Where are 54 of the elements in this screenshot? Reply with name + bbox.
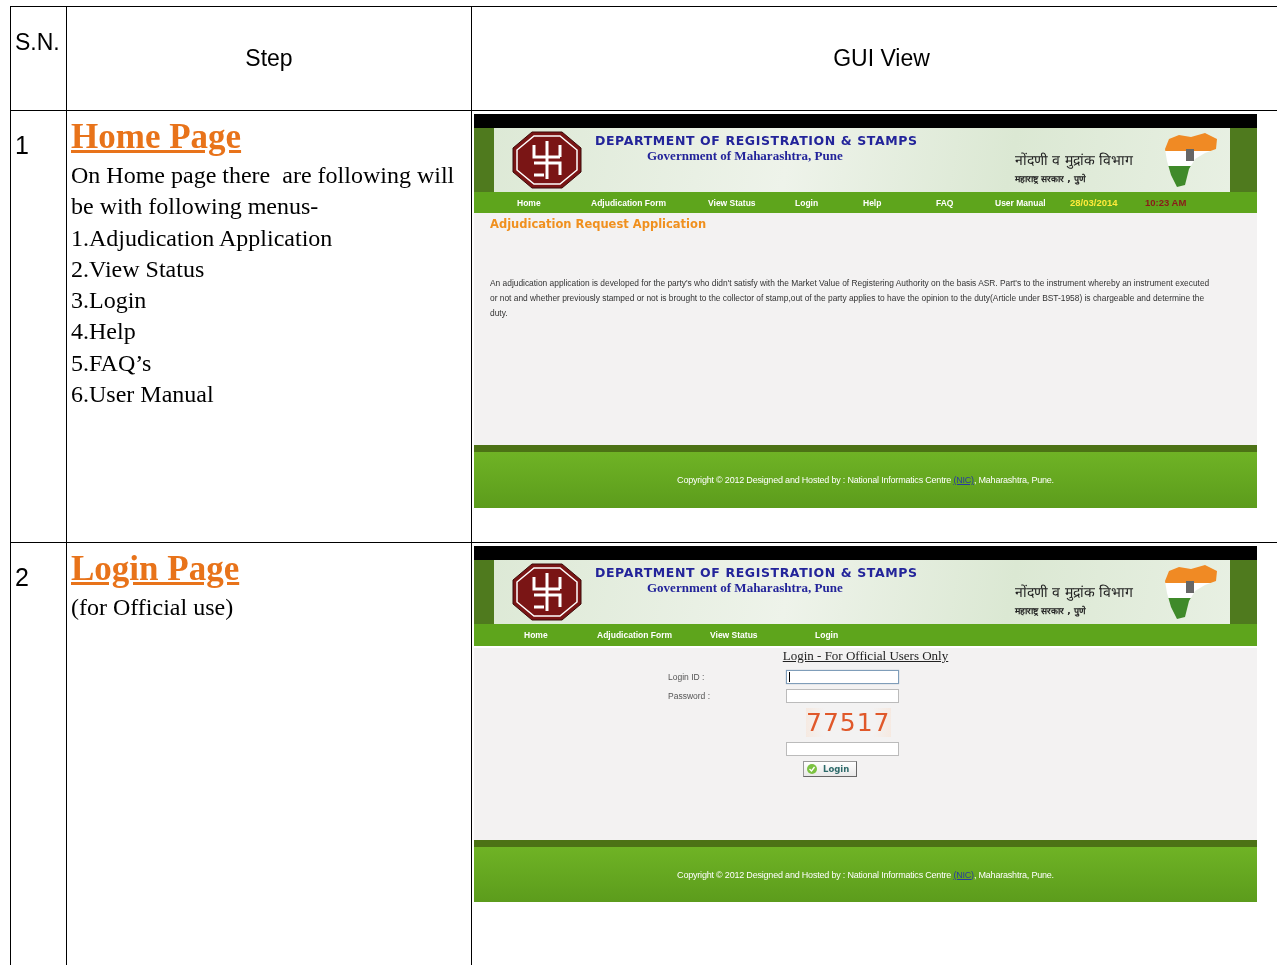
nav-link[interactable]: Home xyxy=(524,630,597,640)
column-header: Step xyxy=(67,7,472,111)
nav-link[interactable]: Help xyxy=(863,197,936,208)
field-label: Login ID : xyxy=(668,672,705,682)
department-logo-icon xyxy=(512,131,582,189)
government-subtitle: Government of Maharashtra, Pune xyxy=(647,580,843,596)
input-field[interactable] xyxy=(786,670,899,684)
login-button[interactable]: Login xyxy=(803,761,857,777)
column-header: GUI View xyxy=(472,7,1277,111)
nav-link[interactable]: User Manual xyxy=(995,197,1070,208)
row-number: 1 xyxy=(11,111,67,543)
field-label: Password : xyxy=(668,691,711,701)
menu-list-item: 3.Login xyxy=(71,286,147,316)
nav-link[interactable]: Adjudication Form xyxy=(597,630,710,640)
copyright-text: Copyright © 2012 Designed and Hosted by : National Informatics Centre (NIC), Maharashtra, Pune. xyxy=(677,475,1054,485)
input-field[interactable] xyxy=(786,689,899,703)
column-header: S.N. xyxy=(11,7,67,111)
nav-link[interactable]: Home xyxy=(517,197,591,208)
input-field[interactable] xyxy=(786,742,899,756)
nav-link[interactable]: Login xyxy=(815,630,875,640)
check-circle-icon xyxy=(807,764,817,774)
copyright-text: Copyright © 2012 Designed and Hosted by : National Informatics Centre (NIC), Maharashtra, Pune. xyxy=(677,869,1054,880)
government-subtitle: Government of Maharashtra, Pune xyxy=(647,148,843,164)
menu-list-item: 6.User Manual xyxy=(71,380,214,410)
local-title: नोंदणी व मुद्रांक विभाग xyxy=(1015,151,1134,169)
page-heading: Adjudication Request Application xyxy=(489,216,707,231)
description-paragraph: An adjudication application is developed for the party's who didn't satisfy with the Market Value of Registering Authority on the basis ASR. Part's to the instrument whereby an instrument executed or not and whether previously stamped or not is brought to the collector of stamp,out of the party applies to have the opinion to the duty(Article under BST-1958) is chargeable and determine the duty. xyxy=(490,277,1211,320)
date-text: 28/03/2014 xyxy=(1070,197,1119,208)
text-cursor xyxy=(789,672,790,682)
local-subtitle: महाराष्ट्र सरकार , पुणे xyxy=(1015,172,1086,185)
step-description: (for Official use) xyxy=(71,593,235,622)
nav-link[interactable]: View Status xyxy=(708,197,795,208)
nav-link[interactable]: View Status xyxy=(710,630,815,640)
menu-list-item: 2.View Status xyxy=(71,254,205,284)
step-title: Home Page xyxy=(71,117,242,157)
menu-list-item: 5.FAQ’s xyxy=(71,348,152,378)
captcha-image: 77517 xyxy=(806,708,891,737)
department-logo-icon xyxy=(512,563,582,621)
menu-list-item: 1.Adjudication Application xyxy=(71,223,333,253)
step-title: Login Page xyxy=(71,549,240,589)
nic-link[interactable]: (NIC) xyxy=(953,475,974,485)
nic-link[interactable]: (NIC) xyxy=(953,869,974,880)
row-number: 2 xyxy=(11,543,67,965)
nav-link[interactable]: FAQ xyxy=(936,197,995,208)
time-text: 10:23 AM xyxy=(1145,197,1187,208)
login-heading: Login - For Official Users Only xyxy=(782,648,949,664)
department-title: DEPARTMENT OF REGISTRATION & STAMPS xyxy=(595,565,918,580)
step-description: On Home page there are following will be with following menus- xyxy=(71,161,456,222)
nav-link[interactable]: Login xyxy=(795,197,863,208)
nav-link[interactable]: Adjudication Form xyxy=(591,197,708,208)
menu-list-item: 4.Help xyxy=(71,317,136,347)
department-title: DEPARTMENT OF REGISTRATION & STAMPS xyxy=(595,133,918,148)
local-title: नोंदणी व मुद्रांक विभाग xyxy=(1015,583,1134,601)
local-subtitle: महाराष्ट्र सरकार , पुणे xyxy=(1015,604,1086,617)
